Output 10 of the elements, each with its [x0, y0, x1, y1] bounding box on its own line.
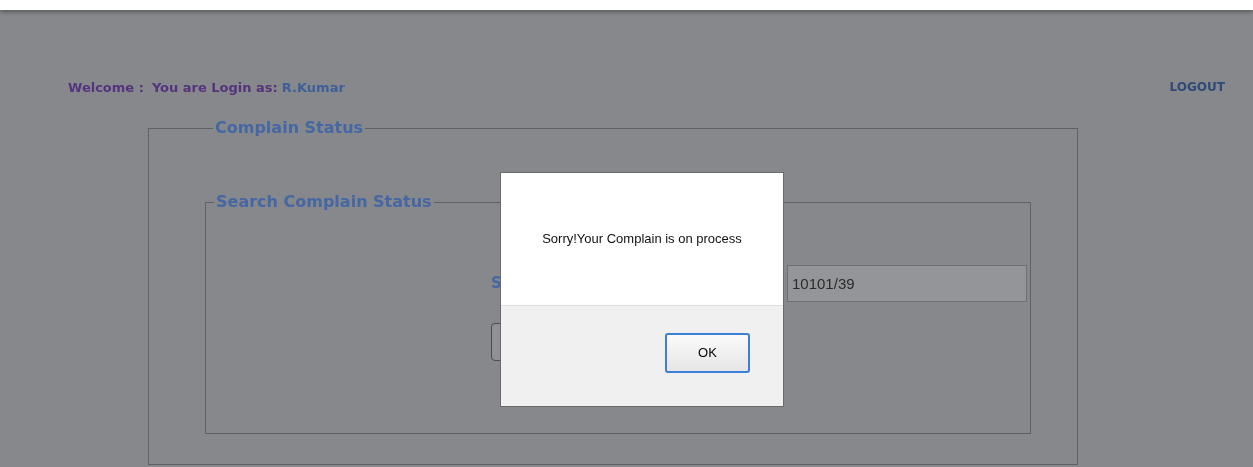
logout-link[interactable]: LOGOUT	[1169, 78, 1225, 96]
user-name: R.Kumar	[281, 79, 345, 97]
panel-title: Complain Status	[214, 120, 365, 136]
login-label: You are Login as:	[151, 79, 278, 97]
field-label: S	[491, 273, 503, 295]
welcome-label: Welcome :	[68, 79, 144, 97]
ok-button[interactable]: OK	[665, 333, 750, 373]
complaint-number-field[interactable]: 10101/39	[787, 265, 1027, 302]
panel-title: Search Complain Status	[215, 194, 433, 210]
alert-message: Sorry!Your Complain is on process	[542, 230, 742, 249]
